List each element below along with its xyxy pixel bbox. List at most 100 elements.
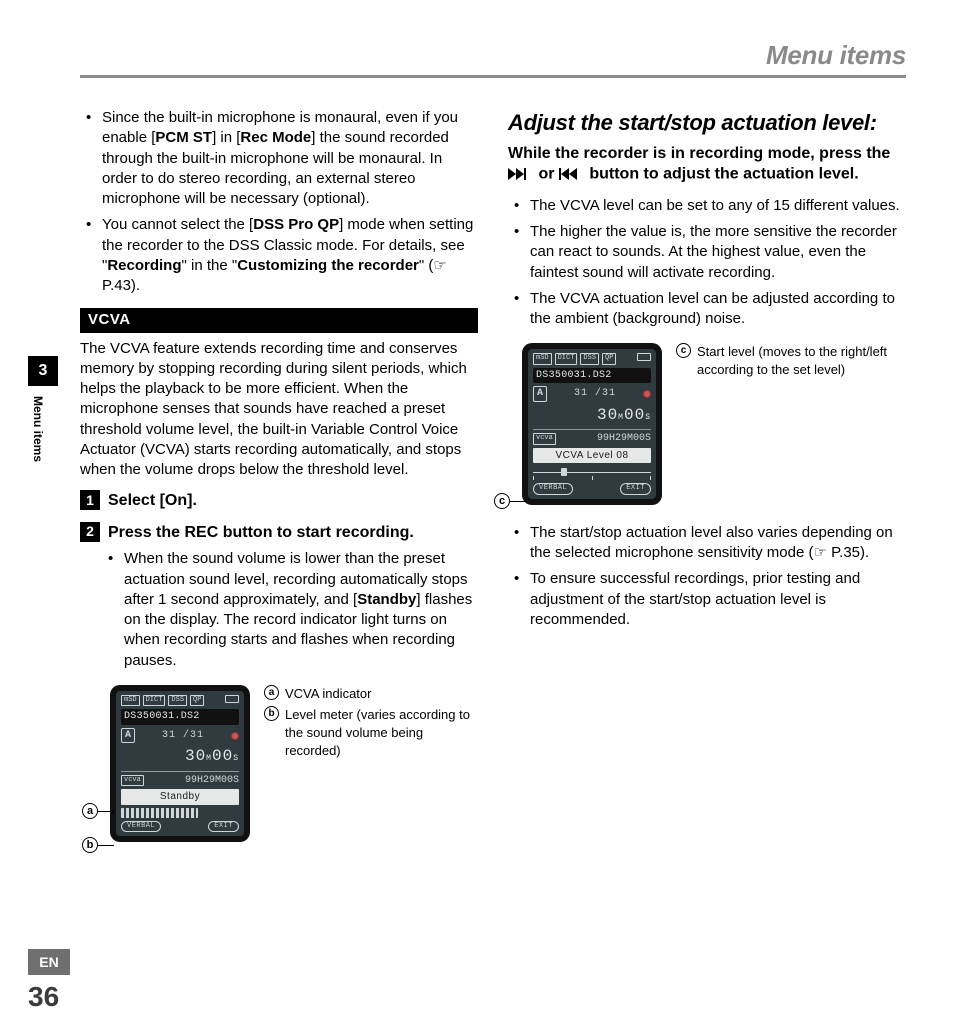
- slider-knob: [561, 468, 567, 476]
- text: You cannot select the [: [102, 216, 253, 233]
- dss-icon: DSS: [168, 695, 187, 706]
- step-2-row: 2 Press the REC button to start recordin…: [80, 522, 478, 544]
- sd-icon: mSD: [533, 353, 552, 364]
- legend-a-circle: a: [264, 685, 279, 700]
- rewind-icon: [559, 164, 585, 185]
- bold: PCM ST: [155, 129, 212, 146]
- bold: Rec Mode: [240, 129, 311, 146]
- right-bottom-bullet-2: To ensure successful recordings, prior t…: [530, 569, 906, 630]
- folder-row-r: A 31 /31: [533, 386, 651, 402]
- dict-icon: DICT: [555, 353, 578, 364]
- slider-track: [533, 472, 651, 473]
- file-counter: 31 /31: [162, 729, 204, 743]
- left-bullet-2: You cannot select the [DSS Pro QP] mode …: [102, 215, 478, 296]
- device-lcd-right: mSD DICT DSS QP DS350031.DS2 A 31 /31: [528, 349, 656, 498]
- vcva-paragraph: The VCVA feature extends recording time …: [80, 339, 478, 481]
- left-bullet-1: Since the built-in microphone is monaura…: [102, 108, 478, 209]
- right-top-bullet-3: The VCVA actuation level can be adjusted…: [530, 289, 906, 330]
- s-label: S: [645, 413, 651, 422]
- elapsed-time-r: 30M00S: [533, 405, 651, 427]
- right-top-bullet-1: The VCVA level can be set to any of 15 d…: [530, 196, 906, 216]
- right-legend: c Start level (moves to the right/left a…: [676, 343, 906, 382]
- callout-b-line: [98, 845, 114, 846]
- step-1-text: Select [On].: [108, 490, 197, 512]
- qp-icon: QP: [190, 695, 204, 706]
- level-meter: [121, 808, 198, 818]
- folder-badge: A: [121, 728, 135, 744]
- text: button to adjust the actuation level.: [585, 166, 859, 183]
- status-standby: Standby: [121, 789, 239, 805]
- dss-icon: DSS: [580, 353, 599, 364]
- duration-row: vcva 99H29M00S: [121, 774, 239, 788]
- slider-tick: [592, 476, 593, 480]
- legend-b-circle: b: [264, 706, 279, 721]
- record-dot-icon: [231, 732, 239, 740]
- right-bullets-bottom: The start/stop actuation level also vari…: [508, 523, 906, 630]
- page: Menu items Since the built-in microphone…: [0, 0, 954, 1023]
- step-1-number: 1: [80, 490, 100, 510]
- callout-c: c: [494, 493, 510, 509]
- header-title: Menu items: [80, 40, 906, 71]
- bold: Standby: [357, 591, 416, 608]
- callout-c-line: [510, 501, 526, 502]
- softkey-row: VERBAL EXIT: [121, 821, 239, 832]
- bold: DSS Pro QP: [253, 216, 339, 233]
- softkey-verbal-r: VERBAL: [533, 483, 573, 494]
- right-bottom-bullet-1: The start/stop actuation level also vari…: [530, 523, 906, 564]
- slider-tick: [533, 476, 534, 480]
- top-icons-r: mSD DICT DSS QP: [533, 353, 651, 364]
- right-heading: Adjust the start/stop actuation level:: [508, 108, 906, 138]
- elapsed-time: 30M00S: [121, 746, 239, 768]
- remaining-time: 99H29M00S: [185, 774, 239, 788]
- top-icons: mSD DICT DSS QP: [121, 695, 239, 706]
- left-device-wrap: mSD DICT DSS QP DS350031.DS2 A 31 /31: [110, 685, 250, 842]
- right-bullets-top: The VCVA level can be set to any of 15 d…: [508, 196, 906, 330]
- slider-tick: [650, 476, 651, 480]
- legend-c-row: c Start level (moves to the right/left a…: [676, 343, 906, 378]
- step-2-sublist: When the sound volume is lower than the …: [80, 549, 478, 671]
- divider: [121, 771, 239, 772]
- step-2-sub-1: When the sound volume is lower than the …: [124, 549, 478, 671]
- vcva-level-box: VCVA Level 08: [533, 448, 651, 464]
- bold: Customizing the recorder: [237, 257, 419, 274]
- file-counter-r: 31 /31: [574, 387, 616, 401]
- step-1-row: 1 Select [On].: [80, 490, 478, 512]
- bold: On: [165, 492, 187, 509]
- divider: [533, 429, 651, 430]
- qp-icon: QP: [602, 353, 616, 364]
- left-column: Since the built-in microphone is monaura…: [80, 108, 478, 842]
- bold: Recording: [107, 257, 181, 274]
- s-label: S: [233, 754, 239, 763]
- softkey-row-r: VERBAL EXIT: [533, 483, 651, 494]
- forward-icon: [508, 164, 534, 185]
- minutes: 30: [185, 747, 206, 765]
- device-lcd: mSD DICT DSS QP DS350031.DS2 A 31 /31: [116, 691, 244, 836]
- columns: Since the built-in microphone is monaura…: [80, 108, 906, 842]
- callout-b: b: [82, 837, 98, 853]
- vcva-tag: vcva: [121, 775, 144, 786]
- battery-icon: [637, 353, 651, 361]
- callout-a-line: [98, 811, 114, 812]
- text: or: [534, 166, 559, 183]
- header-rule: [80, 75, 906, 78]
- text: ].: [187, 492, 197, 509]
- step-2-text: Press the REC button to start recording.: [108, 522, 414, 544]
- chapter-tab: 3: [28, 356, 58, 386]
- remaining-time-r: 99H29M00S: [597, 432, 651, 446]
- legend-b-row: b Level meter (varies according to the s…: [264, 706, 478, 759]
- text: " in the ": [182, 257, 238, 274]
- right-subheading: While the recorder is in recording mode,…: [508, 144, 906, 186]
- text: While the recorder is in recording mode,…: [508, 145, 890, 162]
- language-badge: EN: [28, 949, 70, 975]
- legend-c-circle: c: [676, 343, 691, 358]
- callout-a: a: [82, 803, 98, 819]
- right-figure-row: mSD DICT DSS QP DS350031.DS2 A 31 /31: [508, 343, 906, 504]
- seconds: 00: [624, 406, 645, 424]
- left-bullet-list: Since the built-in microphone is monaura…: [80, 108, 478, 296]
- softkey-exit-r: EXIT: [620, 483, 651, 494]
- device-screen-left: mSD DICT DSS QP DS350031.DS2 A 31 /31: [110, 685, 250, 842]
- battery-icon: [225, 695, 239, 703]
- softkey-verbal: VERBAL: [121, 821, 161, 832]
- text: Select [: [108, 492, 165, 509]
- page-number: 36: [28, 981, 59, 1013]
